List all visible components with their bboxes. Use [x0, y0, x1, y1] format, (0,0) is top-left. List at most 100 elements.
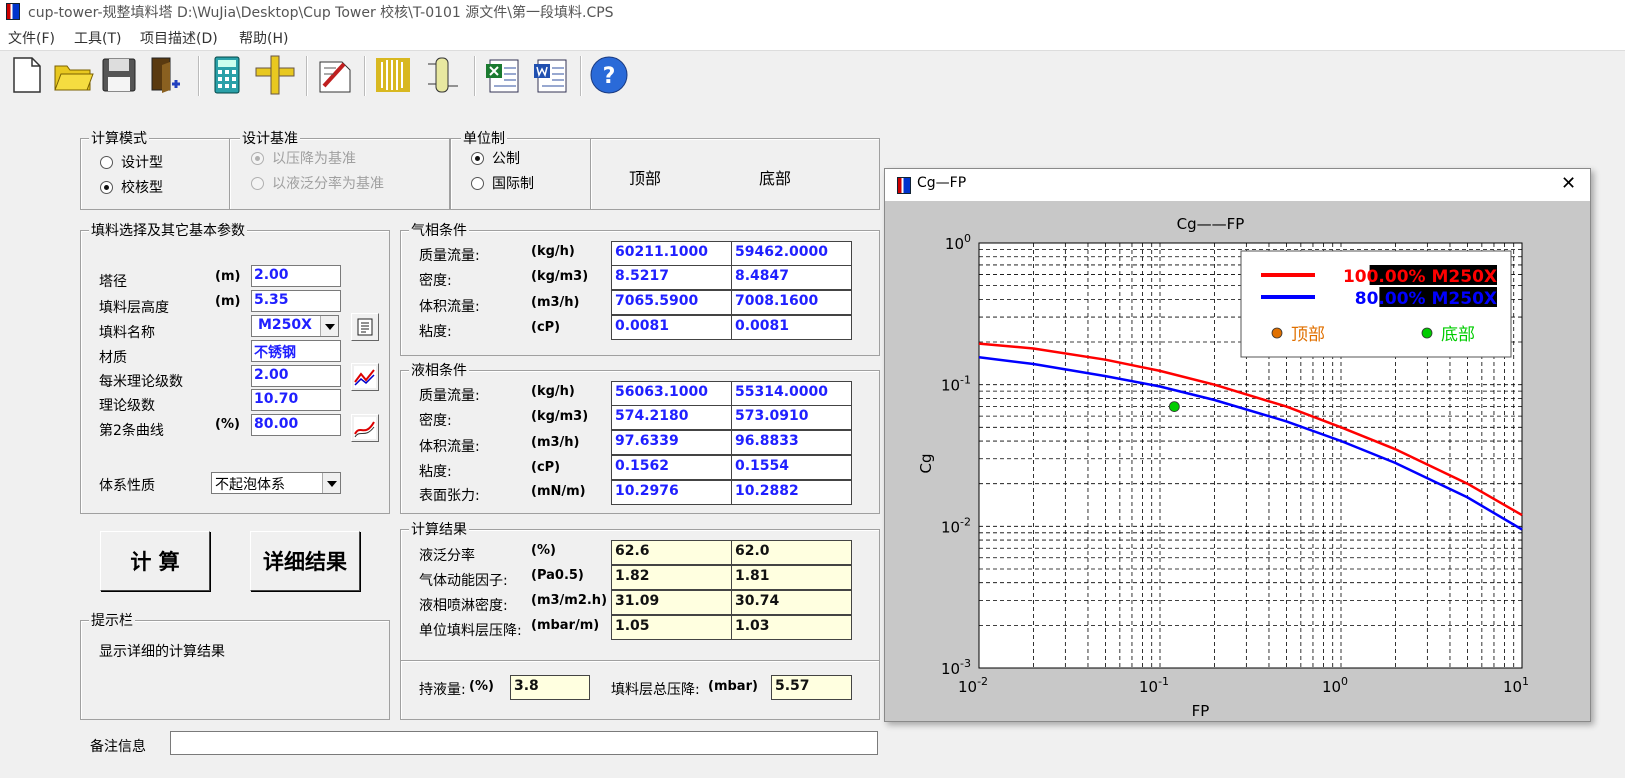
- excel-export-icon[interactable]: [482, 54, 524, 96]
- chevron-down-icon[interactable]: [320, 316, 338, 336]
- liquid-surface-tension-top: 10.2976: [611, 480, 732, 505]
- liquid-mass-flow-label: 质量流量:: [419, 388, 480, 404]
- gas-density-bottom: 8.4847: [731, 265, 852, 290]
- liquid-viscosity-top: 0.1562: [611, 455, 732, 480]
- second-curve-input[interactable]: 80.00: [251, 414, 341, 436]
- diameter-input[interactable]: 2.00: [251, 265, 341, 287]
- hint-group: 提示栏 显示详细的计算结果: [80, 610, 390, 720]
- menu-file[interactable]: 文件(F): [8, 28, 55, 48]
- liquid-surface-tension-label: 表面张力:: [419, 488, 480, 504]
- details-button[interactable]: 详细结果: [250, 531, 360, 591]
- second-curve-chart-button[interactable]: [351, 414, 379, 442]
- menu-help[interactable]: 帮助(H): [239, 28, 288, 48]
- report-icon[interactable]: [314, 54, 356, 96]
- packing-title: 填料选择及其它基本参数: [89, 220, 247, 240]
- liquid-title: 液相条件: [409, 360, 469, 380]
- liquid-density-top: 574.2180: [611, 405, 732, 430]
- notes-input[interactable]: [170, 731, 878, 755]
- x-axis-label: FP: [1192, 702, 1210, 720]
- help-icon[interactable]: ?: [588, 54, 630, 96]
- radio-si[interactable]: [471, 177, 484, 190]
- chevron-down-icon[interactable]: [322, 473, 340, 493]
- f-factor-bottom: 1.81: [731, 565, 852, 590]
- x-tick-exponent: 1: [1522, 675, 1529, 688]
- second-curve-unit: (%): [215, 417, 240, 432]
- open-folder-icon[interactable]: [52, 54, 94, 96]
- liquid-viscosity-bottom: 0.1554: [731, 455, 852, 480]
- material-label: 材质: [99, 350, 127, 366]
- column-top-header: 顶部: [629, 169, 662, 188]
- liquid-mass-flow-top: 56063.1000: [611, 381, 732, 406]
- gas-density-label: 密度:: [419, 273, 452, 289]
- radio-flood-fraction-label: 以液泛分率为基准: [272, 176, 384, 192]
- new-file-icon[interactable]: [6, 54, 48, 96]
- system-property-select[interactable]: 不起泡体系: [211, 472, 341, 494]
- radio-metric-label[interactable]: 公制: [492, 148, 520, 168]
- flood-fraction-label: 液泛分率: [419, 548, 475, 564]
- holdup-group: 持液量: (%) 3.8 填料层总压降: (mbar) 5.57: [400, 660, 880, 720]
- liquid-density-unit: (kg/m3): [531, 409, 589, 424]
- radio-check-label[interactable]: 校核型: [121, 177, 163, 197]
- system-property-label: 体系性质: [99, 478, 155, 494]
- radio-design[interactable]: [100, 156, 113, 169]
- menu-tools[interactable]: 工具(T): [74, 28, 121, 48]
- gas-mass-flow-unit: (kg/h): [531, 244, 575, 259]
- radio-check[interactable]: [100, 181, 113, 194]
- f-factor-label: 气体动能因子:: [419, 573, 508, 589]
- liquid-volume-flow-unit: (m3/h): [531, 435, 580, 450]
- toolbar-separator: [580, 56, 582, 96]
- x-tick-label: 10-2: [958, 675, 988, 696]
- toolbar-separator: [198, 56, 200, 96]
- gas-viscosity-label: 粘度:: [419, 324, 452, 340]
- packing-name-select[interactable]: M250X: [251, 315, 339, 337]
- curve-chart-icon: [354, 417, 376, 439]
- material-input[interactable]: 不锈钢: [251, 340, 341, 362]
- app-icon: [897, 177, 911, 194]
- window-title: cup-tower-规整填料塔 D:\WuJia\Desktop\Cup Tow…: [28, 5, 614, 21]
- holdup-unit: (%): [469, 679, 494, 694]
- radio-si-label[interactable]: 国际制: [492, 173, 534, 193]
- gas-mass-flow-bottom: 59462.0000: [731, 241, 852, 266]
- column-diagram-icon[interactable]: [422, 54, 464, 96]
- close-icon[interactable]: ✕: [1561, 173, 1576, 194]
- save-disk-icon[interactable]: [98, 54, 140, 96]
- diameter-label: 塔径: [99, 274, 127, 290]
- x-tick-exponent: 0: [1341, 675, 1348, 688]
- ruler-icon[interactable]: [254, 54, 296, 96]
- radio-design-label[interactable]: 设计型: [121, 152, 163, 172]
- f-factor-unit: (Pa0.5): [531, 568, 584, 583]
- bed-height-input[interactable]: 5.35: [251, 290, 341, 312]
- theoretical-stages-input[interactable]: 10.70: [251, 389, 341, 411]
- radio-pressure-drop: [251, 152, 264, 165]
- app-icon: [6, 3, 20, 20]
- curve-chart-button[interactable]: [351, 363, 379, 391]
- gas-density-top: 8.5217: [611, 265, 732, 290]
- y-tick-exponent: -2: [960, 515, 971, 528]
- design-basis-group: 设计基准 以压降为基准 以液泛分率为基准: [229, 128, 450, 210]
- tower-packing-icon[interactable]: [372, 54, 414, 96]
- gas-volume-flow-label: 体积流量:: [419, 299, 480, 315]
- y-tick-exponent: -3: [960, 657, 971, 670]
- menu-project-description[interactable]: 项目描述(D): [140, 28, 218, 48]
- x-tick-exponent: -2: [977, 675, 988, 688]
- calculator-icon[interactable]: [206, 54, 248, 96]
- pressure-drop-unit: (mbar/m): [531, 618, 600, 633]
- word-export-icon[interactable]: [530, 54, 572, 96]
- radio-metric[interactable]: [471, 152, 484, 165]
- legend-point-label: 顶部: [1291, 325, 1325, 345]
- y-tick-label: 10-1: [941, 374, 971, 395]
- spray-density-unit: (m3/m2.h): [531, 593, 608, 608]
- liquid-volume-flow-label: 体积流量:: [419, 439, 480, 455]
- bed-height-label: 填料层高度: [99, 300, 169, 316]
- y-tick-label: 100: [945, 232, 971, 253]
- stages-per-meter-input[interactable]: 2.00: [251, 365, 341, 387]
- data-point-2: [1168, 401, 1180, 413]
- liquid-volume-flow-bottom: 96.8833: [731, 430, 852, 455]
- liquid-density-label: 密度:: [419, 413, 452, 429]
- f-factor-top: 1.82: [611, 565, 732, 590]
- packing-info-button[interactable]: [351, 313, 379, 341]
- calculate-button[interactable]: 计 算: [100, 531, 210, 591]
- spray-density-bottom: 30.74: [731, 590, 852, 615]
- exit-door-icon[interactable]: [144, 54, 186, 96]
- y-axis-label: Cg: [917, 454, 935, 474]
